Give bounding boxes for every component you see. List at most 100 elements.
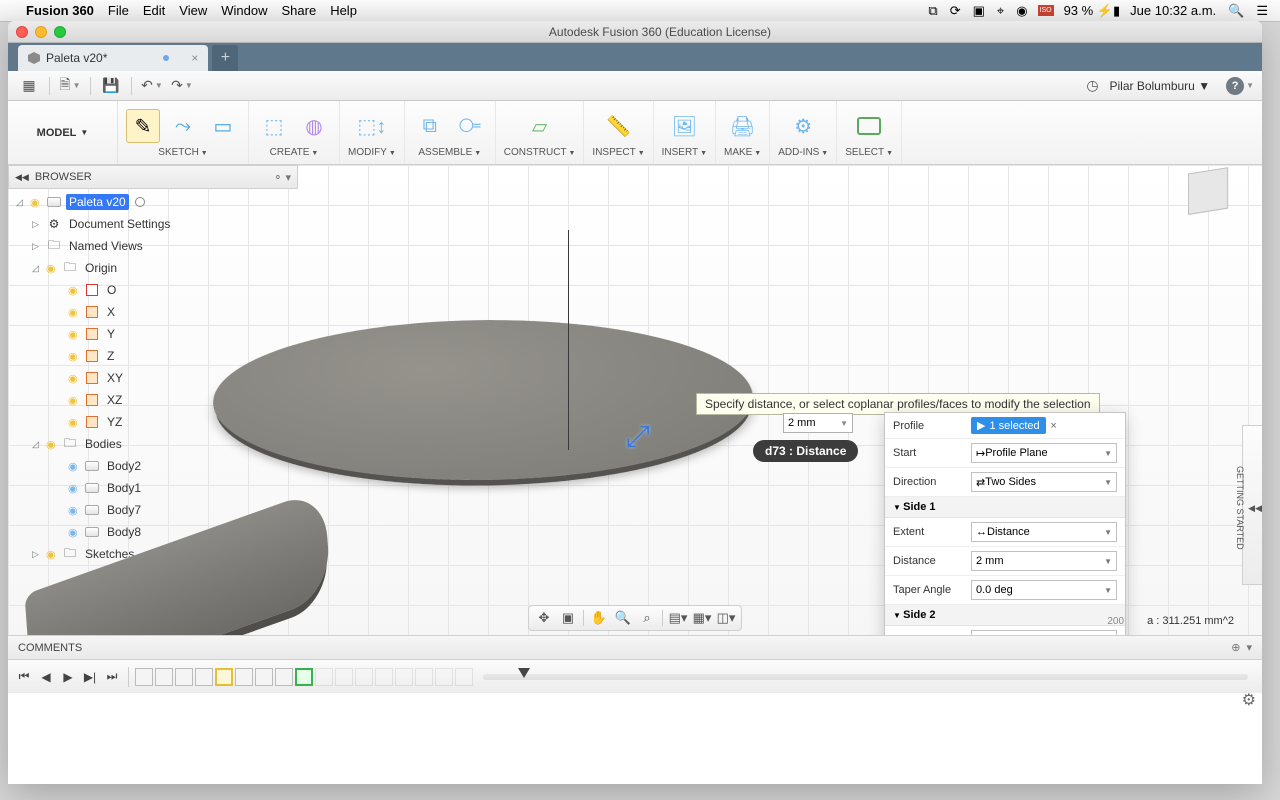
keyboard-flag-icon[interactable]: ISO [1038, 5, 1054, 16]
timeline-end-button[interactable]: ⏭ [102, 667, 122, 687]
ribbon-label[interactable]: SELECT [845, 147, 893, 158]
timeline-prev-button[interactable]: ◀ [36, 667, 56, 687]
tree-origin[interactable]: ◿◉ 🗀 Origin [12, 257, 294, 279]
tree-plane-xy[interactable]: ◉XY [12, 367, 294, 389]
pan-icon[interactable]: ✋ [588, 608, 610, 628]
save-button[interactable]: 💾 [98, 75, 124, 97]
timeline-feature[interactable] [195, 668, 213, 686]
battery-status[interactable]: 93 % ⚡▮ [1064, 3, 1121, 19]
extent1-select[interactable]: ↔ Distance▼ [971, 522, 1117, 542]
fit-icon[interactable]: ⌕ [636, 608, 658, 628]
profile-selection-chip[interactable]: ▶ 1 selected [971, 417, 1046, 434]
tree-sketches[interactable]: ▷◉ 🗀 Sketches [12, 543, 294, 565]
tree-body2[interactable]: ◉Body2 [12, 455, 294, 477]
ribbon-label[interactable]: CONSTRUCT [504, 147, 576, 158]
direction-select[interactable]: ⇄ Two Sides▼ [971, 472, 1117, 492]
tree-doc-settings[interactable]: ▷ ⚙ Document Settings [12, 213, 294, 235]
timeline-feature-suppressed[interactable] [435, 668, 453, 686]
browser-header[interactable]: ◀◀ BROWSER ⚬ ▾ [8, 165, 298, 189]
joint-origin-icon[interactable]: ⧃ [453, 109, 487, 143]
data-panel-button[interactable]: ▦ [16, 75, 42, 97]
ribbon-label[interactable]: MODIFY [348, 147, 396, 158]
timeline-feature[interactable] [275, 668, 293, 686]
tree-axis-y[interactable]: ◉Y [12, 323, 294, 345]
timeline-track[interactable] [483, 674, 1248, 680]
insert-icon[interactable]: 🖼 [667, 109, 701, 143]
menu-edit[interactable]: Edit [143, 3, 165, 18]
sync-icon[interactable]: ⟳ [950, 3, 961, 19]
viewport-layout-icon[interactable]: ◫▾ [715, 608, 737, 628]
ribbon-label[interactable]: INSPECT [592, 147, 644, 158]
make-icon[interactable]: 🖨 [726, 109, 760, 143]
timeline-feature[interactable] [235, 668, 253, 686]
clear-selection-button[interactable]: × [1046, 420, 1062, 432]
joint-icon[interactable]: ⧉ [413, 109, 447, 143]
rectangle-icon[interactable]: ▭ [206, 109, 240, 143]
tree-plane-yz[interactable]: ◉YZ [12, 411, 294, 433]
window-close-button[interactable] [16, 26, 28, 38]
undo-button[interactable]: ↶▼ [139, 75, 165, 97]
browser-settings-icon[interactable]: ⚬ ▾ [273, 171, 291, 184]
job-status-icon[interactable]: ◷ [1079, 75, 1105, 97]
ribbon-label[interactable]: SKETCH [158, 147, 207, 158]
dropbox-icon[interactable]: ⧉ [928, 3, 937, 19]
window-maximize-button[interactable] [54, 26, 66, 38]
timeline-feature-current[interactable] [295, 668, 313, 686]
timeline-settings-icon[interactable]: ⚙ [1242, 690, 1256, 710]
timeline-feature-suppressed[interactable] [355, 668, 373, 686]
orbit-icon[interactable]: ✥ [533, 608, 555, 628]
timeline-feature-suppressed[interactable] [395, 668, 413, 686]
viewcube[interactable] [1176, 165, 1238, 221]
ribbon-label[interactable]: MAKE [724, 147, 761, 158]
activate-radio[interactable] [135, 197, 145, 207]
ribbon-label[interactable]: ADD-INS [778, 147, 828, 158]
distance1-input[interactable]: 2 mm▼ [971, 551, 1117, 571]
display-icon[interactable]: ▣ [973, 3, 985, 19]
ribbon-label[interactable]: ASSEMBLE [418, 147, 481, 158]
menubar-clock[interactable]: Jue 10:32 a.m. [1130, 3, 1216, 18]
tree-axis-x[interactable]: ◉X [12, 301, 294, 323]
plane-icon[interactable]: ▱ [523, 109, 557, 143]
getting-started-tab[interactable]: ◀◀ GETTING STARTED [1242, 425, 1262, 585]
tree-plane-xz[interactable]: ◉XZ [12, 389, 294, 411]
create-sketch-icon[interactable]: ✎ [126, 109, 160, 143]
file-menu-button[interactable]: 🗎▼ [57, 75, 83, 97]
tab-close-button[interactable]: × [191, 51, 198, 65]
side1-header[interactable]: Side 1 [885, 497, 1125, 518]
extrude-manipulator-icon[interactable]: ⤢ [626, 420, 650, 454]
spotlight-icon[interactable]: 🔍 [1228, 3, 1244, 19]
menu-window[interactable]: Window [221, 3, 267, 18]
timeline-start-button[interactable]: ⏮ [14, 667, 34, 687]
add-comment-icon[interactable]: ⊕ [1231, 641, 1240, 654]
notification-center-icon[interactable]: ☰ [1256, 3, 1268, 19]
revolve-icon[interactable]: ◍ [297, 109, 331, 143]
viewport[interactable]: ◀◀ BROWSER ⚬ ▾ ◿◉ Paleta v20 ▷ ⚙ Documen… [8, 165, 1262, 659]
timeline-feature-suppressed[interactable] [335, 668, 353, 686]
timeline-feature-suppressed[interactable] [315, 668, 333, 686]
redo-button[interactable]: ↷▼ [169, 75, 195, 97]
tree-body7[interactable]: ◉Body7 [12, 499, 294, 521]
select-icon[interactable] [857, 117, 881, 135]
timeline-play-button[interactable]: ▶ [58, 667, 78, 687]
addins-icon[interactable]: ⚙ [786, 109, 820, 143]
grid-settings-icon[interactable]: ▦▾ [691, 608, 713, 628]
tree-named-views[interactable]: ▷ 🗀 Named Views [12, 235, 294, 257]
line-icon[interactable]: ⤳ [166, 109, 200, 143]
measure-icon[interactable]: 📏 [602, 109, 636, 143]
taper1-input[interactable]: 0.0 deg▼ [971, 580, 1117, 600]
workspace-switcher[interactable]: MODEL [8, 101, 118, 164]
menu-share[interactable]: Share [281, 3, 316, 18]
tree-axis-z[interactable]: ◉Z [12, 345, 294, 367]
timeline-feature[interactable] [175, 668, 193, 686]
bluetooth-icon[interactable]: ⌖ [997, 3, 1004, 19]
timeline-feature-suppressed[interactable] [455, 668, 473, 686]
tree-axis-o[interactable]: ◉O [12, 279, 294, 301]
timeline-feature[interactable] [135, 668, 153, 686]
side2-header[interactable]: Side 2 [885, 605, 1125, 626]
ribbon-label[interactable]: CREATE [270, 147, 319, 158]
comments-bar[interactable]: COMMENTS ⊕▾ [8, 635, 1262, 659]
help-button[interactable]: ? [1226, 77, 1244, 95]
wifi-icon[interactable]: ◉ [1016, 3, 1027, 19]
timeline-feature-suppressed[interactable] [415, 668, 433, 686]
timeline-feature-suppressed[interactable] [375, 668, 393, 686]
